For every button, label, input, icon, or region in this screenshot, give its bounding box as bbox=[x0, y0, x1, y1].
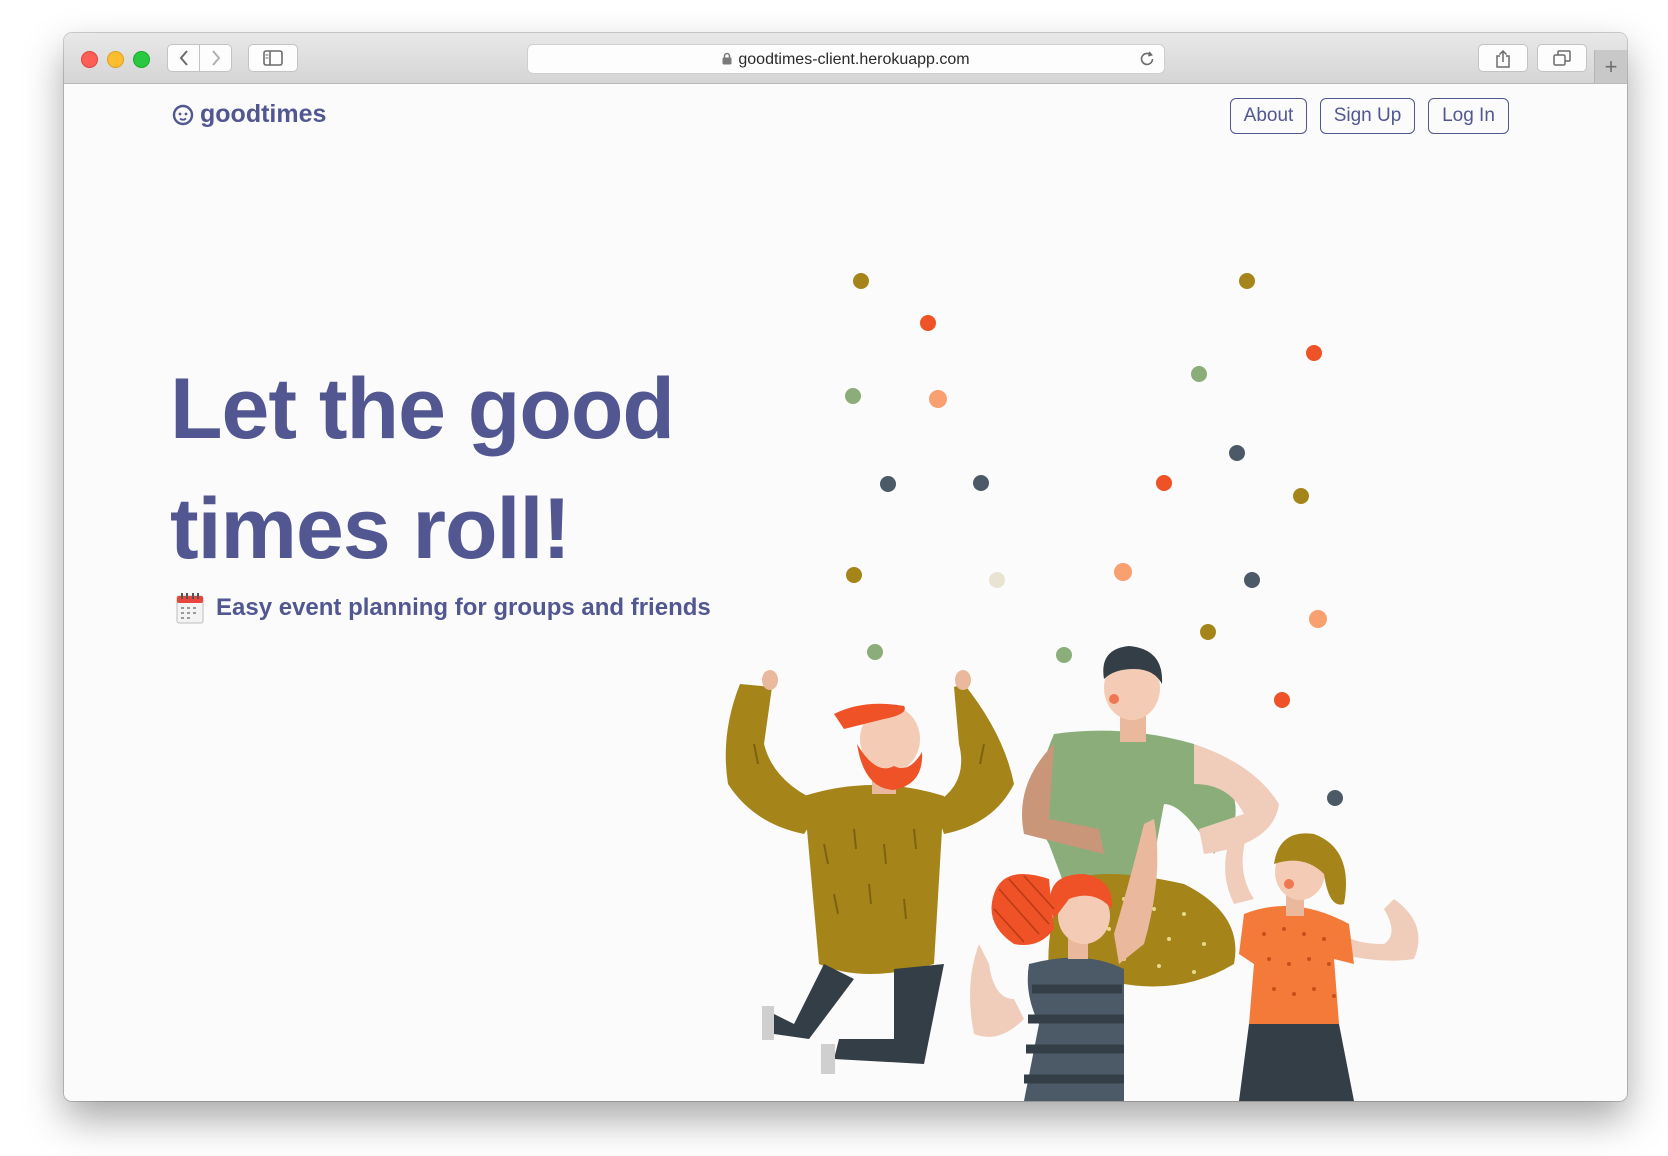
confetti-dot bbox=[845, 388, 861, 404]
browser-toolbar: goodtimes-client.herokuapp.com + bbox=[64, 33, 1627, 84]
url-text: goodtimes-client.herokuapp.com bbox=[738, 51, 970, 68]
confetti-dot bbox=[1191, 366, 1207, 382]
confetti-dot bbox=[853, 273, 869, 289]
confetti-dot bbox=[1244, 572, 1260, 588]
confetti-dot bbox=[880, 476, 896, 492]
confetti-dot bbox=[846, 567, 862, 583]
confetti-dot bbox=[929, 390, 947, 408]
share-icon bbox=[1496, 50, 1510, 68]
confetti-dot bbox=[1229, 445, 1245, 461]
forward-icon bbox=[211, 50, 220, 66]
share-button[interactable] bbox=[1478, 44, 1528, 72]
confetti-dot bbox=[1293, 488, 1309, 504]
confetti-dot bbox=[1114, 563, 1132, 581]
address-bar[interactable]: goodtimes-client.herokuapp.com bbox=[527, 44, 1165, 74]
close-window-button[interactable] bbox=[81, 51, 98, 68]
confetti-dot bbox=[973, 475, 989, 491]
back-button[interactable] bbox=[167, 44, 200, 72]
confetti-dot bbox=[1056, 647, 1072, 663]
zoom-window-button[interactable] bbox=[133, 51, 150, 68]
confetti-dot bbox=[1200, 624, 1216, 640]
person-blonde-woman bbox=[1225, 819, 1419, 1101]
confetti-dot bbox=[1274, 692, 1290, 708]
dancing-friends-illustration bbox=[725, 273, 1419, 1101]
sidebar-button[interactable] bbox=[248, 44, 298, 72]
sidebar-icon bbox=[263, 50, 283, 66]
confetti-dot bbox=[1309, 610, 1327, 628]
confetti-dot bbox=[1156, 475, 1172, 491]
person-bearded-man bbox=[725, 670, 1014, 1074]
browser-window: goodtimes-client.herokuapp.com + goodtim… bbox=[64, 33, 1627, 1101]
minimize-window-button[interactable] bbox=[107, 51, 124, 68]
confetti-dot bbox=[920, 315, 936, 331]
confetti-dot bbox=[989, 572, 1005, 588]
confetti-dots bbox=[845, 273, 1343, 806]
new-tab-button[interactable]: + bbox=[1594, 50, 1627, 83]
forward-button[interactable] bbox=[199, 44, 232, 72]
confetti-dot bbox=[1327, 790, 1343, 806]
confetti-dot bbox=[1239, 273, 1255, 289]
confetti-dot bbox=[1306, 345, 1322, 361]
tabs-overview-button[interactable] bbox=[1537, 44, 1587, 72]
reload-icon[interactable] bbox=[1138, 50, 1156, 68]
page-content: goodtimes About Sign Up Log In Let the g… bbox=[64, 84, 1627, 1101]
tabs-icon bbox=[1553, 50, 1571, 66]
confetti-dot bbox=[867, 644, 883, 660]
back-icon bbox=[179, 50, 188, 66]
lock-icon bbox=[722, 52, 732, 65]
